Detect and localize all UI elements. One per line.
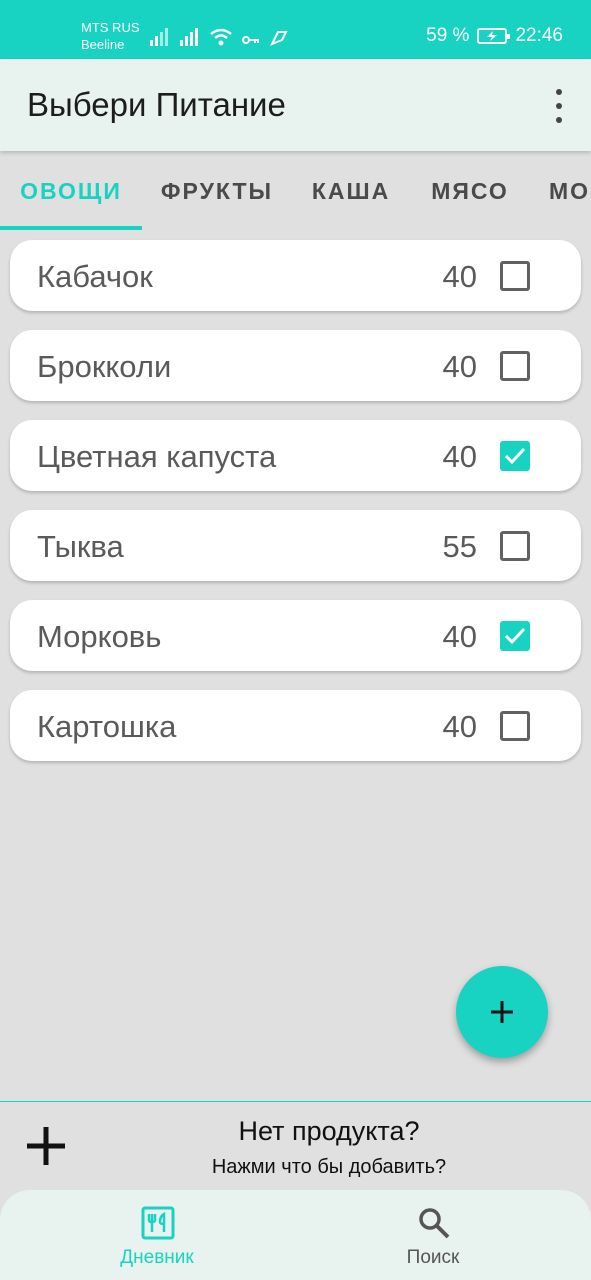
tab-vegetables[interactable]: ОВОЩИ <box>0 151 142 231</box>
item-name: Картошка <box>37 709 177 744</box>
item-value: 40 <box>442 349 477 384</box>
key-icon <box>242 36 259 44</box>
item-value: 40 <box>442 619 477 654</box>
nfc-icon <box>270 31 288 46</box>
check-icon <box>504 627 526 645</box>
add-product-banner[interactable]: Нет продукта? Нажми что бы добавить? <box>0 1101 591 1192</box>
wifi-icon <box>210 28 232 46</box>
item-checkbox[interactable] <box>500 621 530 651</box>
signal-icon <box>150 28 168 46</box>
tab-meat[interactable]: МЯСО <box>410 151 530 231</box>
tab-indicator <box>0 226 142 230</box>
restaurant-menu-icon <box>141 1206 175 1240</box>
battery-icon <box>477 28 511 44</box>
add-product-plus-icon[interactable] <box>25 1125 67 1167</box>
carrier-info: MTS RUS Beeline <box>81 19 140 53</box>
item-name: Тыква <box>37 529 124 564</box>
list-item[interactable]: Тыква 55 <box>10 510 581 581</box>
status-right: 59 % 22:46 <box>426 25 563 47</box>
carrier-2: Beeline <box>81 37 125 52</box>
list-item[interactable]: Морковь 40 <box>10 600 581 671</box>
tab-more[interactable]: МО <box>530 151 591 231</box>
app-bar: Выбери Питание <box>0 59 591 151</box>
page-title: Выбери Питание <box>27 86 286 123</box>
item-value: 40 <box>442 439 477 474</box>
item-value: 40 <box>442 709 477 744</box>
add-product-title: Нет продукта? <box>238 1116 420 1146</box>
item-value: 55 <box>442 529 477 564</box>
bottom-navigation: Дневник Поиск <box>0 1190 591 1280</box>
item-value: 40 <box>442 259 477 294</box>
item-checkbox[interactable] <box>500 351 530 381</box>
plus-icon <box>491 1001 513 1023</box>
check-icon <box>504 447 526 465</box>
category-tabs: ОВОЩИ ФРУКТЫ КАША МЯСО МО <box>0 151 591 231</box>
more-vert-icon[interactable] <box>549 89 569 123</box>
item-checkbox[interactable] <box>500 261 530 291</box>
status-bar: MTS RUS Beeline 59 % 22:46 <box>0 0 591 59</box>
item-checkbox[interactable] <box>500 531 530 561</box>
signal-icon-2 <box>180 28 198 46</box>
clock: 22:46 <box>515 25 563 46</box>
item-name: Морковь <box>37 619 162 654</box>
nav-search-label: Поиск <box>406 1247 460 1268</box>
item-name: Брокколи <box>37 349 172 384</box>
nav-search[interactable]: Поиск <box>343 1190 523 1280</box>
list-item[interactable]: Брокколи 40 <box>10 330 581 401</box>
add-product-subtitle: Нажми что бы добавить? <box>211 1156 447 1178</box>
item-name: Цветная капуста <box>37 439 277 474</box>
list-item[interactable]: Кабачок 40 <box>10 240 581 311</box>
item-name: Кабачок <box>37 259 153 294</box>
tab-fruits[interactable]: ФРУКТЫ <box>142 151 292 231</box>
list-item[interactable]: Цветная капуста 40 <box>10 420 581 491</box>
nav-diary[interactable]: Дневник <box>67 1190 247 1280</box>
tab-porridge[interactable]: КАША <box>292 151 410 231</box>
status-icons <box>150 26 288 46</box>
battery-percent: 59 % <box>426 25 470 46</box>
nav-diary-label: Дневник <box>120 1247 194 1268</box>
add-fab-button[interactable] <box>456 966 548 1058</box>
carrier-1: MTS RUS <box>81 20 140 35</box>
item-checkbox[interactable] <box>500 441 530 471</box>
item-checkbox[interactable] <box>500 711 530 741</box>
list-item[interactable]: Картошка 40 <box>10 690 581 761</box>
search-icon <box>419 1208 450 1239</box>
